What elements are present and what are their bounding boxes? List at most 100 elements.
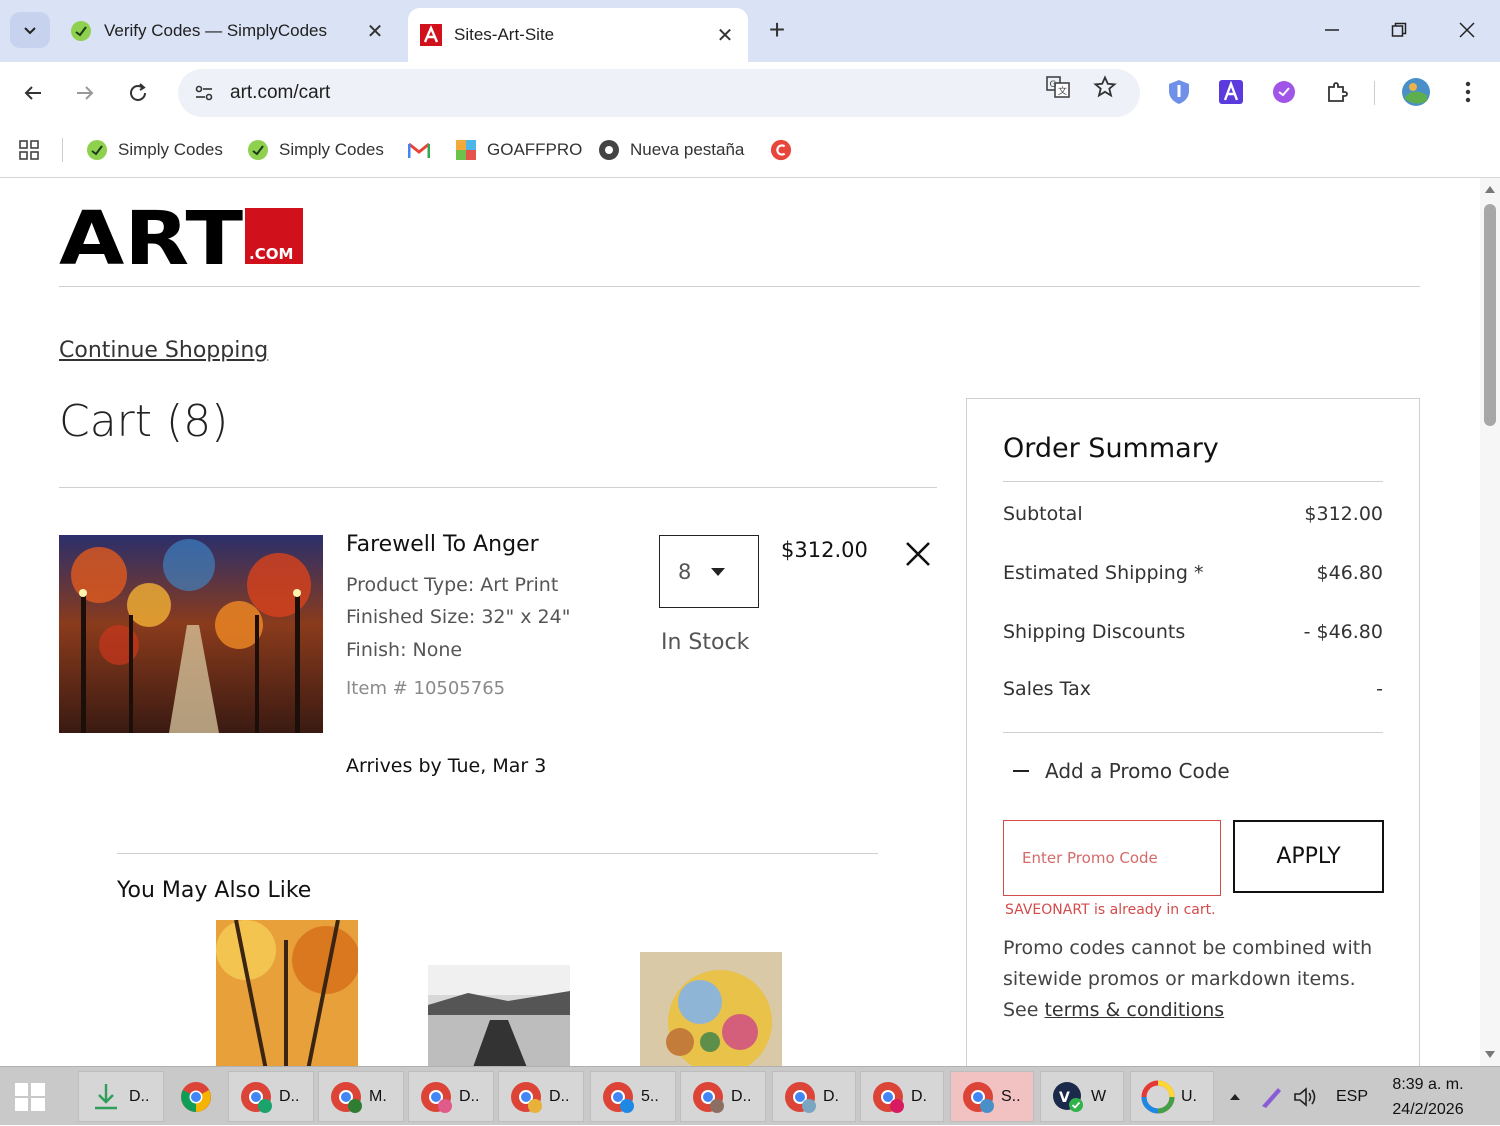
promo-code-input[interactable] xyxy=(1003,820,1221,896)
purple-extension-icon[interactable] xyxy=(1271,79,1297,105)
puzzle-extensions-icon[interactable] xyxy=(1324,79,1350,105)
simplycodes-icon xyxy=(247,139,269,161)
recommendations-heading: You May Also Like xyxy=(117,878,312,903)
taskbar-item-chrome-profile-m[interactable]: M. xyxy=(318,1071,404,1122)
taskbar-item-chrome-profile-photo[interactable]: D. xyxy=(772,1071,856,1122)
summary-value: $46.80 xyxy=(1316,562,1383,584)
translate-icon[interactable]: G文 xyxy=(1045,74,1071,100)
promo-toggle-label: Add a Promo Code xyxy=(1045,759,1230,783)
gmail-icon xyxy=(408,139,430,161)
tab-art-site[interactable]: Sites-Art-Site ✕ xyxy=(408,8,748,62)
language-indicator[interactable]: ESP xyxy=(1336,1067,1368,1126)
page-scrollbar[interactable] xyxy=(1480,178,1500,1066)
taskbar-item-label: D.. xyxy=(279,1087,300,1105)
bookmark-label: Nueva pestaña xyxy=(630,140,745,159)
start-button[interactable] xyxy=(14,1081,48,1113)
recommended-product-1[interactable] xyxy=(216,919,360,1066)
taskbar-item-chrome-profile-k[interactable]: D.. xyxy=(680,1071,766,1122)
bookmark-simplycodes-2[interactable]: Simply Codes xyxy=(247,136,384,164)
taskbar-item-chrome-profile-5[interactable]: D.. xyxy=(498,1071,584,1122)
bookmark-simplycodes-1[interactable]: Simply Codes xyxy=(86,136,223,164)
product-item-number: Item # 10505765 xyxy=(346,678,506,699)
remove-item-button[interactable] xyxy=(902,538,934,570)
pen-icon[interactable] xyxy=(1258,1067,1284,1126)
svg-text:G: G xyxy=(1050,80,1057,90)
summary-row-shipping: Estimated Shipping * $46.80 xyxy=(1003,562,1383,584)
recommended-product-2[interactable] xyxy=(428,965,570,1066)
taskbar-item-chrome-profile-d[interactable]: D. xyxy=(860,1071,944,1122)
bookmarks-bar: Simply Codes Simply Codes GOAFFPRO Nueva… xyxy=(0,124,1500,178)
continue-shopping-link[interactable]: Continue Shopping xyxy=(59,338,268,363)
taskbar-item-chrome-profile-o[interactable]: D.. xyxy=(228,1071,314,1122)
bookmark-gmail[interactable] xyxy=(408,136,440,164)
art-cart-page: ART .COM Continue Shopping Cart (8) Fare… xyxy=(0,178,1480,1066)
summary-label[interactable]: Estimated Shipping * xyxy=(1003,562,1203,584)
quantity-value: 8 xyxy=(678,559,692,584)
bookmark-star-icon[interactable] xyxy=(1092,74,1118,100)
taskbar-item-label: D.. xyxy=(459,1087,480,1105)
chrome-profile-icon xyxy=(603,1081,634,1113)
clock[interactable]: 8:39 a. m. 24/2/2026 xyxy=(1376,1072,1480,1122)
summary-value: - xyxy=(1376,678,1383,700)
shield-extension-icon[interactable] xyxy=(1166,79,1192,105)
restore-button[interactable] xyxy=(1369,10,1429,50)
back-button[interactable] xyxy=(14,74,52,112)
chrome-icon xyxy=(598,139,620,161)
taskbar-item-label: D. xyxy=(823,1087,839,1105)
taskbar-item-colorful-app[interactable]: U. xyxy=(1130,1071,1214,1122)
product-image[interactable] xyxy=(59,535,323,733)
simplycodes-icon xyxy=(70,20,92,42)
summary-row-shipping-discounts: Shipping Discounts - $46.80 xyxy=(1003,621,1383,643)
stock-status: In Stock xyxy=(661,630,750,655)
page-title: Cart (8) xyxy=(59,396,229,447)
reload-button[interactable] xyxy=(119,74,157,112)
taskbar-item-label: S.. xyxy=(1001,1087,1021,1105)
apply-promo-button[interactable]: APPLY xyxy=(1233,820,1384,893)
order-summary: Order Summary Subtotal $312.00 Estimated… xyxy=(966,398,1420,1066)
recommended-product-3[interactable] xyxy=(640,952,782,1066)
close-icon[interactable]: ✕ xyxy=(364,19,386,44)
new-tab-button[interactable]: + xyxy=(760,14,794,48)
terms-conditions-link[interactable]: terms & conditions xyxy=(1044,999,1224,1021)
taskbar-item-downloads[interactable]: D.. xyxy=(78,1071,164,1122)
quantity-select[interactable]: 8 xyxy=(659,535,759,608)
taskbar-item-label: D. xyxy=(911,1087,927,1105)
taskbar-item-vpn[interactable]: V W xyxy=(1040,1071,1124,1122)
bookmark-red[interactable] xyxy=(770,136,802,164)
promo-error-message: SAVEONART is already in cart. xyxy=(1005,902,1216,918)
arrow-right-icon xyxy=(77,86,94,100)
taskbar-item-chrome-profile-b[interactable]: D.. xyxy=(408,1071,494,1122)
bookmark-label: GOAFFPRO xyxy=(487,140,583,159)
promo-code-toggle[interactable]: Add a Promo Code xyxy=(1013,759,1230,783)
menu-kebab-icon[interactable] xyxy=(1455,79,1481,105)
scroll-down-arrow-icon[interactable] xyxy=(1484,1050,1496,1060)
apps-grid-button[interactable] xyxy=(18,136,40,164)
art-com-logo[interactable]: ART .COM xyxy=(59,196,305,282)
site-settings-icon[interactable] xyxy=(192,81,216,105)
tray-overflow-button[interactable] xyxy=(1228,1067,1242,1126)
a-extension-icon[interactable] xyxy=(1218,79,1244,105)
tab-title: Verify Codes — SimplyCodes xyxy=(104,21,327,40)
speaker-icon[interactable] xyxy=(1292,1067,1318,1126)
scroll-up-arrow-icon[interactable] xyxy=(1484,184,1496,194)
forward-button[interactable] xyxy=(66,74,104,112)
bookmark-goaffpro[interactable]: GOAFFPRO xyxy=(455,136,582,164)
browser-toolbar: art.com/cart G文 xyxy=(0,62,1500,124)
svg-text:V: V xyxy=(1059,1090,1070,1106)
bookmark-nueva-pestana[interactable]: Nueva pestaña xyxy=(598,136,744,164)
scrollbar-thumb[interactable] xyxy=(1484,204,1496,426)
taskbar-item-chrome-active[interactable]: S.. xyxy=(950,1071,1034,1122)
chrome-profile-icon xyxy=(873,1081,904,1113)
avatar[interactable] xyxy=(1400,76,1432,108)
tab-search-button[interactable] xyxy=(10,12,50,48)
close-icon[interactable]: ✕ xyxy=(714,23,736,48)
taskbar-item-chrome-profile-l[interactable]: 5.. xyxy=(590,1071,676,1122)
product-name[interactable]: Farewell To Anger xyxy=(346,532,539,557)
close-window-button[interactable] xyxy=(1437,10,1497,50)
tab-simplycodes[interactable]: Verify Codes — SimplyCodes ✕ xyxy=(58,8,398,54)
arrival-estimate: Arrives by Tue, Mar 3 xyxy=(346,755,547,777)
address-bar[interactable]: art.com/cart xyxy=(178,69,1140,117)
minimize-button[interactable] xyxy=(1302,10,1362,50)
windows-logo-icon xyxy=(15,1083,45,1111)
taskbar-item-chrome[interactable] xyxy=(168,1071,222,1122)
